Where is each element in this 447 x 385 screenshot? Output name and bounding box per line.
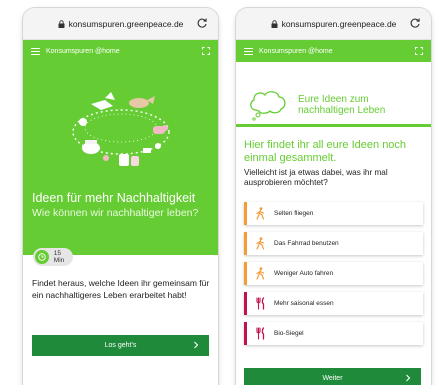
start-button[interactable]: Los geht's (32, 335, 209, 356)
category-bar (244, 232, 247, 255)
category-bar (244, 262, 247, 285)
idea-item[interactable]: Weniger Auto fahren (244, 262, 423, 285)
start-button-label: Los geht's (104, 342, 137, 349)
idea-item[interactable]: Selten fliegen (244, 202, 423, 225)
category-bar (244, 292, 247, 315)
next-button[interactable]: Weiter (244, 368, 421, 385)
idea-item[interactable]: Mehr saisonal essen (244, 292, 423, 315)
category-bar (244, 202, 247, 225)
walking-person-icon (256, 207, 265, 220)
idea-label: Mehr saisonal essen (274, 300, 334, 307)
page-title: Ideen für mehr Nachhaltigkeit (32, 191, 196, 205)
url-text: konsumspuren.greenpeace.de (281, 18, 397, 29)
idea-label: Selten fliegen (274, 210, 314, 217)
walking-person-icon (256, 237, 265, 250)
app-bar: Konsumspuren @home (23, 40, 218, 62)
category-bar (244, 322, 247, 345)
idea-item[interactable]: Das Fahrrad benutzen (244, 232, 423, 255)
ideas-list: Selten fliegen Das Fahrrad benutzen Weni… (244, 202, 423, 352)
chevron-right-icon (406, 374, 411, 382)
hero-section: Ideen für mehr Nachhaltigkeit Wie können… (23, 62, 218, 255)
lock-icon (271, 19, 278, 28)
reload-icon[interactable] (409, 17, 421, 29)
page-subtitle: Wie können wir nachhaltiger leben? (32, 207, 199, 219)
fullscreen-icon[interactable] (202, 47, 210, 55)
idea-label: Weniger Auto fahren (274, 270, 334, 277)
lock-icon (58, 19, 65, 28)
app-title: Konsumspuren @home (46, 47, 120, 55)
reload-icon[interactable] (196, 17, 208, 29)
idea-label: Das Fahrrad benutzen (274, 240, 339, 247)
duration-badge: 15 Min (33, 248, 73, 266)
fork-knife-icon (256, 297, 265, 310)
fork-knife-icon (256, 327, 265, 340)
phone-intro-screen: konsumspuren.greenpeace.de Konsumspuren … (23, 8, 218, 385)
next-button-label: Weiter (322, 375, 343, 382)
address-bar[interactable]: konsumspuren.greenpeace.de (23, 8, 218, 40)
ideas-subheading: Vielleicht ist ja etwas dabei, was ihr m… (244, 168, 388, 187)
speech-bubble-icon (250, 91, 286, 121)
consumption-cycle-illustration (72, 92, 170, 166)
app-title: Konsumspuren @home (259, 47, 333, 55)
phone-ideas-screen: konsumspuren.greenpeace.de Konsumspuren … (236, 8, 431, 385)
section-title: Eure Ideen zum nachhaltigen Leben (298, 94, 386, 116)
idea-label: Bio-Siegel (274, 330, 304, 337)
duration-text: 15 Min (53, 250, 65, 264)
section-header: Eure Ideen zum nachhaltigen Leben (236, 86, 431, 124)
walking-person-icon (256, 267, 265, 280)
chevron-right-icon (194, 341, 199, 349)
idea-item[interactable]: Bio-Siegel (244, 322, 423, 345)
url-text: konsumspuren.greenpeace.de (68, 18, 184, 29)
app-bar: Konsumspuren @home (236, 40, 431, 62)
address-bar[interactable]: konsumspuren.greenpeace.de (236, 8, 431, 40)
menu-icon[interactable] (31, 47, 40, 55)
ideas-heading: Hier findet ihr all eure Ideen noch einm… (244, 139, 407, 164)
section-divider (236, 124, 431, 127)
menu-icon[interactable] (244, 47, 253, 55)
fullscreen-icon[interactable] (415, 47, 423, 55)
intro-text: Findet heraus, welche Ideen ihr gemeinsa… (32, 278, 210, 300)
clock-icon (35, 250, 49, 264)
